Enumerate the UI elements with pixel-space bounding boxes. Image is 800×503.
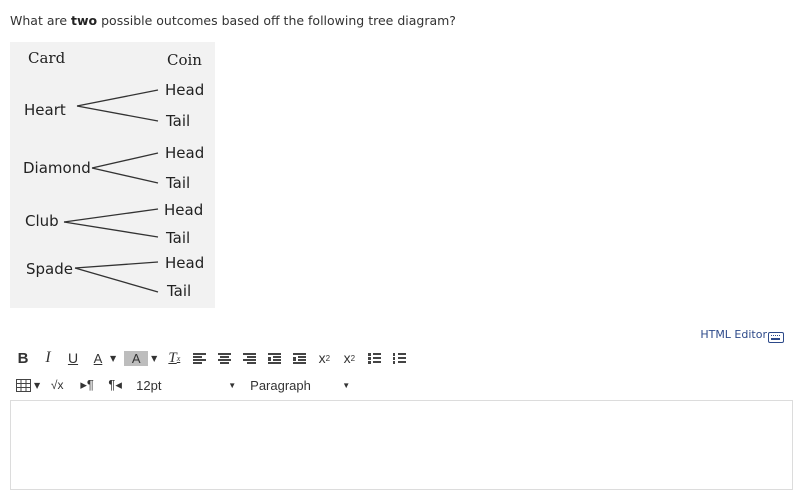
card-label-diamond: Diamond [23,159,91,177]
indent-button[interactable] [290,348,308,368]
align-right-icon [242,352,256,364]
branch-line-club-head [63,208,159,223]
branch-line-spade-head [74,261,159,269]
bullet-list-icon [367,352,381,364]
outdent-icon [267,352,281,364]
editor-toolbar-row-2: ▼ √x ▸¶ ¶◂ 12pt ▼ Paragraph ▼ [14,374,350,396]
math-sqrt-button[interactable]: √x [48,375,66,395]
paragraph-format-dropdown-icon[interactable]: ▼ [342,381,350,390]
font-size-dropdown-icon[interactable]: ▼ [228,381,236,390]
tree-diagram: Card Coin Heart Head Tail Diamond Head T… [10,42,215,308]
branch-line-heart-tail [76,105,159,122]
align-left-button[interactable] [190,348,208,368]
italic-button[interactable]: I [39,348,57,368]
paragraph-format-select[interactable]: Paragraph ▼ [250,378,350,393]
clear-formatting-button[interactable]: Tx [165,348,183,368]
outcome-label: Head [165,81,205,99]
background-color-dropdown-icon[interactable]: ▼ [151,354,157,363]
subscript-button[interactable]: x2 [340,348,358,368]
align-center-button[interactable] [215,348,233,368]
answer-editor-area[interactable] [10,400,793,490]
branch-line-club-tail [63,221,159,238]
card-label-club: Club [25,212,59,230]
numbered-list-icon [392,352,406,364]
question-prompt: What are two possible outcomes based off… [10,13,456,28]
numbered-list-button[interactable] [390,348,408,368]
ltr-paragraph-button[interactable]: ▸¶ [78,375,96,395]
font-size-select[interactable]: 12pt ▼ [136,378,236,393]
editor-toolbar-row-1: B I U A ▼ A ▼ Tx x2 x2 [14,347,415,369]
rtl-paragraph-button[interactable]: ¶◂ [106,375,124,395]
branch-line-diamond-tail [91,167,159,184]
table-dropdown-icon[interactable]: ▼ [34,381,40,390]
card-label-heart: Heart [24,101,66,119]
bullet-list-button[interactable] [365,348,383,368]
coin-column-header: Coin [167,51,202,69]
branch-line-diamond-head [91,152,159,169]
outdent-button[interactable] [265,348,283,368]
card-column-header: Card [28,49,66,67]
branch-line-heart-head [76,89,159,107]
bold-button[interactable]: B [14,348,32,368]
table-icon [15,378,31,392]
html-editor-link[interactable]: HTML Editor [700,328,784,343]
outcome-label: Head [165,144,205,162]
superscript-button[interactable]: x2 [315,348,333,368]
outcome-label: Tail [166,174,191,192]
indent-icon [292,352,306,364]
outcome-label: Tail [166,112,191,130]
outcome-label: Head [164,201,204,219]
align-right-button[interactable] [240,348,258,368]
outcome-label: Head [165,254,205,272]
font-color-button[interactable]: A [89,348,107,368]
card-label-spade: Spade [26,260,73,278]
insert-table-button[interactable] [14,375,32,395]
outcome-label: Tail [166,229,191,247]
underline-button[interactable]: U [64,348,82,368]
branch-line-spade-tail [74,267,159,293]
font-color-dropdown-icon[interactable]: ▼ [110,354,116,363]
background-color-button[interactable]: A [124,350,149,366]
align-center-icon [217,352,231,364]
outcome-label: Tail [167,282,192,300]
keyboard-icon[interactable] [768,332,784,343]
question-emphasis: two [71,13,98,28]
align-left-icon [192,352,206,364]
